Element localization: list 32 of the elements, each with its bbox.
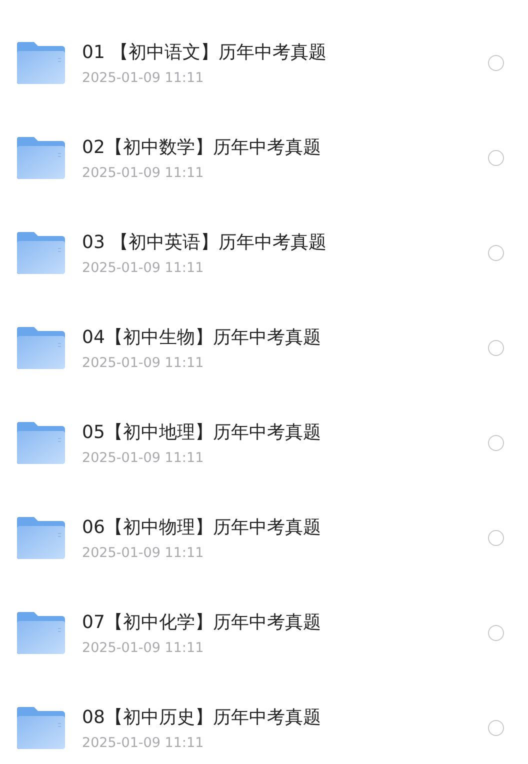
select-checkbox[interactable] xyxy=(488,434,504,450)
folder-name: 05【初中地理】历年中考真题 xyxy=(82,420,322,444)
folder-name: 02【初中数学】历年中考真题 xyxy=(82,136,322,158)
select-checkbox[interactable] xyxy=(488,340,504,356)
folder-name: 01 【初中语文】历年中考真题 xyxy=(82,40,328,64)
folder-name: 08【初中历史】历年中考真题 xyxy=(82,706,322,728)
folder-icon xyxy=(17,422,65,464)
folder-icon xyxy=(17,136,65,178)
folder-name: 06【初中物理】历年中考真题 xyxy=(82,516,322,538)
folder-name: 07【初中化学】历年中考真题 xyxy=(82,610,322,634)
select-checkbox[interactable] xyxy=(488,150,504,166)
modified-date: 2025-01-09 11:11 xyxy=(82,450,205,466)
folder-name: 03 【初中英语】历年中考真题 xyxy=(82,230,328,254)
select-checkbox[interactable] xyxy=(488,530,504,546)
folder-icon xyxy=(17,232,65,274)
modified-date: 2025-01-09 11:11 xyxy=(82,70,205,86)
folder-name: 04【初中生物】历年中考真题 xyxy=(82,326,322,348)
modified-date: 2025-01-09 11:11 xyxy=(82,260,205,276)
modified-date: 2025-01-09 11:11 xyxy=(82,544,205,560)
folder-icon xyxy=(17,326,65,368)
modified-date: 2025-01-09 11:11 xyxy=(82,354,205,370)
modified-date: 2025-01-09 11:11 xyxy=(82,734,205,750)
folder-icon xyxy=(17,612,65,654)
modified-date: 2025-01-09 11:11 xyxy=(82,164,205,180)
folder-icon xyxy=(17,706,65,748)
select-checkbox[interactable] xyxy=(488,244,504,260)
modified-date: 2025-01-09 11:11 xyxy=(82,640,205,656)
folder-icon xyxy=(17,42,65,84)
select-checkbox[interactable] xyxy=(488,624,504,640)
select-checkbox[interactable] xyxy=(488,54,504,70)
folder-icon xyxy=(17,516,65,558)
select-checkbox[interactable] xyxy=(488,720,504,736)
